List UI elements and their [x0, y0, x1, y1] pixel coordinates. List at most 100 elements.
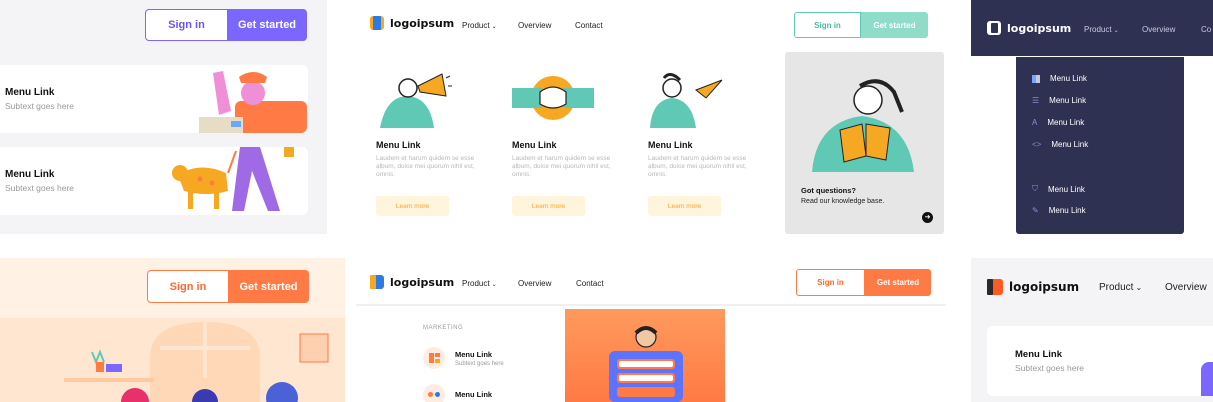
- nav-overview[interactable]: Overview: [1142, 25, 1175, 34]
- card-title: Menu Link: [648, 140, 693, 150]
- code-icon: <>: [1032, 140, 1042, 149]
- dark-navbar: logoipsum Product ⌄ Overview Co: [971, 0, 1213, 56]
- card-title: Menu Link: [376, 140, 421, 150]
- grid-icon: [1032, 74, 1040, 83]
- logo[interactable]: logoipsum: [987, 21, 1071, 35]
- knowledge-base-card[interactable]: Got questions? Read our knowledge base. …: [785, 52, 944, 234]
- logo-icon: [370, 16, 384, 30]
- menu-link-title: Menu Link: [455, 349, 493, 359]
- panel-b: logoipsum Product ⌄ Overview Contact Sign…: [356, 0, 946, 234]
- get-started-button[interactable]: Get started: [227, 9, 307, 41]
- nav-overview[interactable]: Overview: [518, 21, 551, 30]
- promo-card: [565, 309, 725, 402]
- get-started-button[interactable]: Get started: [861, 12, 928, 38]
- section-label: MARKETING: [423, 325, 464, 331]
- panel-a: Sign in Get started Menu Link Subtext go…: [0, 0, 327, 234]
- text-icon: A: [1032, 118, 1038, 127]
- nav-contact[interactable]: Co: [1201, 25, 1211, 34]
- sign-in-button[interactable]: Sign in: [794, 12, 861, 38]
- questions-subtext: Read our knowledge base.: [801, 198, 885, 205]
- arrow-right-icon[interactable]: ➜: [922, 212, 933, 223]
- navbar-divider: [356, 304, 946, 306]
- logo-icon: [987, 21, 1001, 35]
- logo-icon: [370, 275, 384, 289]
- logo-text: logoipsum: [1007, 21, 1072, 35]
- card-description: Laudem et harum quidem se esse album, du…: [648, 155, 747, 179]
- panel-e: logoipsum Product ⌄ Overview Contact Sign…: [356, 262, 946, 402]
- get-started-button[interactable]: Get started: [228, 270, 309, 303]
- panel-c: logoipsum Product ⌄ Overview Co Menu Link…: [971, 0, 1213, 234]
- logo-text: logoipsum: [390, 16, 455, 30]
- list-icon: ☰: [1032, 96, 1040, 105]
- nav-overview[interactable]: Overview: [1165, 282, 1207, 293]
- menu-item-label: Menu Link: [1047, 118, 1085, 127]
- chevron-down-icon: ⌄: [1135, 283, 1143, 292]
- menu-link-subtext: Subtext goes here: [455, 360, 504, 367]
- logo[interactable]: logoipsum: [987, 279, 1079, 295]
- menu-card[interactable]: Menu Link Subtext goes here: [987, 326, 1213, 396]
- form-illustration: [609, 326, 683, 402]
- chevron-down-icon: ⌄: [1113, 28, 1119, 34]
- sign-in-button[interactable]: Sign in: [796, 269, 865, 296]
- panel-f: logoipsum Product ⌄ Overview Menu Link Su…: [971, 258, 1213, 402]
- logo[interactable]: logoipsum: [370, 16, 454, 30]
- menu-link-title: Menu Link: [455, 390, 493, 399]
- menu-link-title: Menu Link: [1015, 349, 1062, 360]
- menu-item[interactable]: ⛉ Menu Link: [1032, 184, 1085, 194]
- menu-link-subtext: Subtext goes here: [1015, 363, 1084, 373]
- dots-icon: [423, 384, 445, 402]
- layout-icon: [423, 347, 445, 369]
- menu-item[interactable]: Menu Link: [1032, 74, 1087, 83]
- chevron-down-icon: ⌄: [491, 282, 497, 288]
- menu-item[interactable]: A Menu Link: [1032, 118, 1084, 127]
- menu-item[interactable]: <> Menu Link: [1032, 140, 1088, 149]
- megaphone-illustration: [380, 73, 452, 128]
- nav-product-label: Product: [462, 279, 490, 288]
- learn-more-button[interactable]: Learn more: [512, 196, 585, 216]
- sign-in-button[interactable]: Sign in: [145, 9, 228, 41]
- menu-card[interactable]: Menu Link Subtext goes here: [0, 65, 308, 133]
- dog-walker-illustration: [172, 147, 294, 211]
- logo-icon: [987, 279, 1003, 295]
- paper-plane-illustration: [650, 73, 723, 128]
- pin-icon: ✎: [1032, 206, 1039, 215]
- nav-contact[interactable]: Contact: [575, 21, 603, 30]
- menu-item[interactable]: ☰ Menu Link: [1032, 96, 1086, 105]
- menu-item-label: Menu Link: [1050, 74, 1087, 83]
- learn-more-button[interactable]: Learn more: [376, 196, 449, 216]
- card-title: Menu Link: [512, 140, 557, 150]
- menu-item-label: Menu Link: [1049, 96, 1087, 105]
- delivery-illustration: [199, 71, 307, 133]
- sign-in-button[interactable]: Sign in: [147, 270, 229, 303]
- handshake-illustration: [512, 76, 594, 120]
- menu-item[interactable]: ✎ Menu Link: [1032, 206, 1086, 215]
- nav-product[interactable]: Product ⌄: [462, 279, 497, 288]
- menu-link-subtext: Subtext goes here: [5, 101, 74, 111]
- reading-illustration: [812, 79, 914, 172]
- nav-overview[interactable]: Overview: [518, 279, 551, 288]
- illustration-fragment: [1201, 362, 1213, 396]
- nav-product[interactable]: Product ⌄: [1099, 282, 1142, 293]
- menu-item-label: Menu Link: [1051, 140, 1089, 149]
- nav-product-label: Product: [1084, 25, 1112, 34]
- menu-link-subtext: Subtext goes here: [5, 183, 74, 193]
- office-illustration: [64, 322, 329, 402]
- nav-product[interactable]: Product ⌄: [462, 21, 497, 30]
- menu-link-title: Menu Link: [5, 87, 55, 98]
- menu-item-label: Menu Link: [1048, 206, 1086, 215]
- nav-product[interactable]: Product ⌄: [1084, 25, 1119, 34]
- chevron-down-icon: ⌄: [491, 24, 497, 30]
- nav-contact[interactable]: Contact: [576, 279, 604, 288]
- learn-more-button[interactable]: Learn more: [648, 196, 721, 216]
- menu-item[interactable]: Menu Link: [423, 384, 492, 402]
- get-started-button[interactable]: Get started: [865, 269, 931, 296]
- menu-card[interactable]: Menu Link Subtext goes here: [0, 147, 308, 215]
- logo[interactable]: logoipsum: [370, 275, 454, 289]
- card-description: Laudem et harum quidem se esse album, du…: [376, 155, 475, 179]
- menu-item[interactable]: Menu Link Subtext goes here: [423, 347, 504, 369]
- panel-d: Sign in Get started: [0, 258, 345, 402]
- menu-link-title: Menu Link: [5, 169, 55, 180]
- dropdown-menu: Menu Link ☰ Menu Link A Menu Link <> Men…: [1016, 57, 1184, 234]
- logo-text: logoipsum: [390, 275, 455, 289]
- card-description: Laudem et harum quidem se esse album, du…: [512, 155, 611, 179]
